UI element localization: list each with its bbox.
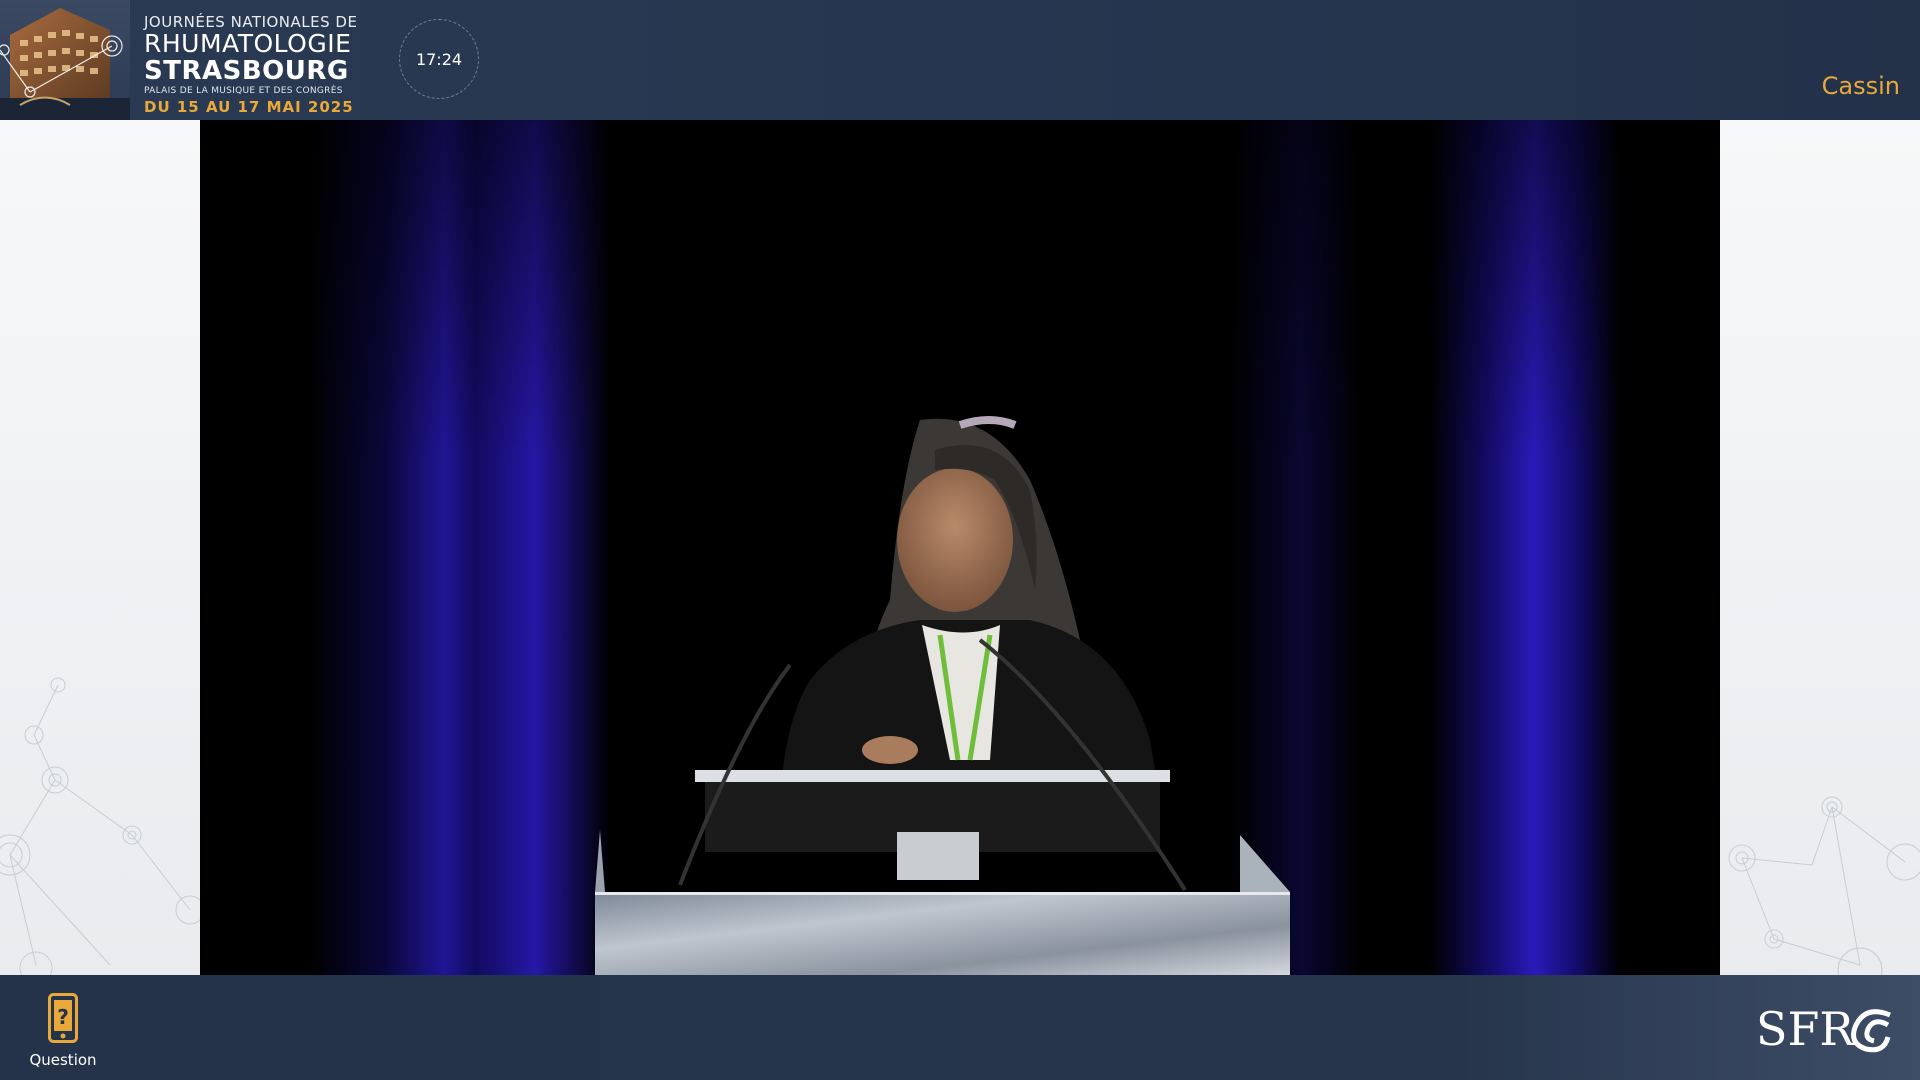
event-dates: DU 15 AU 17 MAI 2025: [144, 98, 354, 116]
event-title-city: STRASBOURG: [144, 56, 349, 86]
event-venue: PALAIS DE LA MUSIQUE ET DES CONGRÈS: [144, 86, 343, 96]
footer-bar: ? Question SFR: [0, 975, 1920, 1080]
header-bar: JOURNÉES NATIONALES DE RHUMATOLOGIE STRA…: [0, 0, 1920, 120]
question-label: Question: [29, 1051, 97, 1069]
room-name: Cassin: [1821, 72, 1900, 100]
question-button[interactable]: ? Question: [22, 993, 104, 1069]
sfr-logo: SFR: [1756, 997, 1896, 1061]
event-title-line2: RHUMATOLOGIE: [144, 29, 352, 58]
svg-text:?: ?: [57, 1005, 69, 1029]
sfr-swirl-icon: [1851, 1009, 1891, 1053]
sfr-logo-text: SFR: [1756, 1002, 1855, 1056]
phone-question-icon: ?: [48, 993, 78, 1047]
session-clock: 17:24: [399, 19, 479, 99]
event-title-block: JOURNÉES NATIONALES DE RHUMATOLOGIE STRA…: [144, 13, 357, 117]
clock-time: 17:24: [415, 49, 463, 69]
live-video-stream[interactable]: [200, 120, 1720, 975]
left-decoration: [0, 120, 205, 985]
event-logo-photo: [0, 0, 130, 120]
right-decoration: [1720, 120, 1920, 993]
